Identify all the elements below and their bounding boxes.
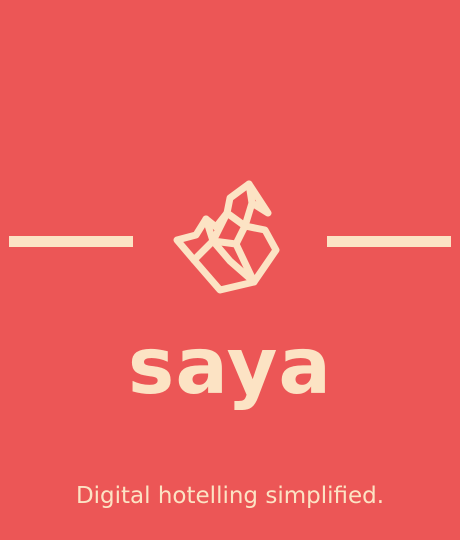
right-decorative-rule <box>327 236 451 247</box>
splash-screen: saya Digital hotelling simplified. <box>0 0 460 540</box>
brand-tagline: Digital hotelling simplified. <box>75 483 385 509</box>
origami-swan-icon <box>173 180 280 294</box>
brand-name: saya <box>127 322 333 412</box>
left-decorative-rule <box>9 236 133 247</box>
